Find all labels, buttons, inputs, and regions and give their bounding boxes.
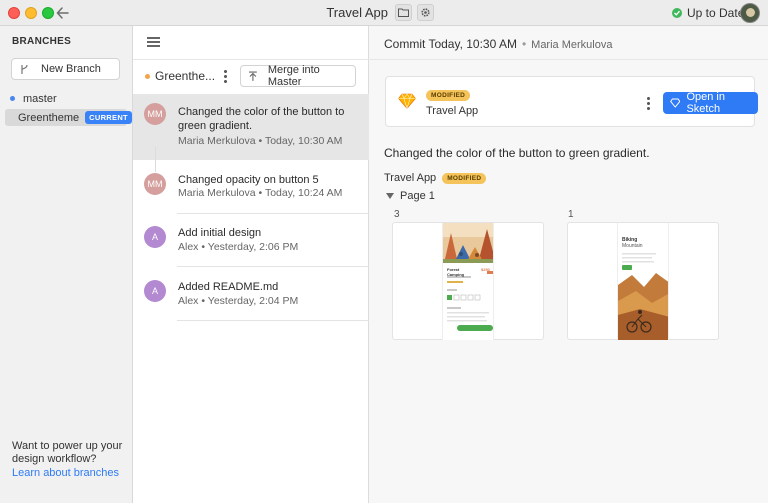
gear-icon (421, 8, 430, 17)
page-toggle[interactable]: Page 1 (386, 190, 435, 202)
commit-heading-title: Commit Today, 10:30 AM (384, 37, 517, 51)
commit-list-toolbar (133, 26, 369, 60)
artboard-subtitle: Mountain (622, 243, 643, 249)
branch-name: Greentheme (18, 111, 80, 124)
settings-button[interactable] (417, 4, 434, 21)
open-in-sketch-button[interactable]: Open in Sketch (663, 91, 758, 115)
commit-row[interactable]: A Added README.md Alex • Yesterday, 2:04… (133, 268, 369, 320)
heading-separator: • (521, 37, 527, 51)
zoom-window-button[interactable] (42, 7, 54, 19)
commit-detail-panel: Commit Today, 10:30 AM • Maria Merkulova M… (369, 26, 768, 503)
open-in-sketch-label: Open in Sketch (686, 91, 725, 115)
merge-label: Merge into Master (267, 64, 320, 88)
file-name: Travel App (426, 105, 479, 117)
merge-into-master-button[interactable]: Merge into Master (240, 64, 356, 88)
document-name: Travel App (384, 172, 437, 184)
commit-heading-author: Maria Merkulova (531, 39, 613, 51)
minimize-window-button[interactable] (25, 7, 37, 19)
commit-title: Changed the color of the button to green… (178, 106, 345, 132)
camping-illustration (443, 223, 493, 331)
learn-branches-link[interactable]: Learn about branches (12, 467, 119, 479)
artboard-preview: Biking Mountain (617, 223, 669, 340)
artboard-preview: Forest Camping $250 (442, 223, 494, 340)
commit-author: Maria Merkulova (178, 187, 256, 199)
commit-message: Changed the color of the button to green… (384, 146, 650, 160)
user-avatar[interactable] (740, 3, 760, 23)
current-branch-name[interactable]: Greenthe... (155, 69, 215, 83)
sketch-diamond-icon (398, 93, 416, 109)
commit-time: Yesterday, 2:06 PM (207, 241, 299, 253)
author-avatar: A (144, 226, 166, 248)
commit-meta: Maria Merkulova • Today, 10:30 AM (178, 135, 342, 147)
current-badge: CURRENT (85, 111, 132, 124)
changed-file-card: MODIFIED Travel App Open in Sketch (385, 76, 758, 127)
meta-separator: • (201, 295, 206, 307)
branch-dot (10, 96, 15, 101)
artboard-change-count: 3 (394, 209, 400, 220)
commit-title: Added README.md (178, 281, 279, 293)
commit-time: Yesterday, 2:04 PM (207, 295, 299, 307)
status-text: Up to Date (687, 6, 745, 20)
close-window-button[interactable] (8, 7, 20, 19)
branches-sidebar: BRANCHES New Branch master Greentheme CU… (0, 26, 133, 503)
new-branch-button[interactable]: New Branch (11, 58, 120, 80)
commit-row[interactable]: MM Changed the color of the button to gr… (133, 94, 369, 160)
branch-item-master[interactable]: master (5, 90, 127, 107)
commit-heading: Commit Today, 10:30 AM • Maria Merkulova (384, 37, 612, 51)
title-bar: Travel App Up to Date (0, 0, 768, 26)
sync-status: Up to Date (672, 6, 744, 20)
branch-icon (21, 64, 28, 74)
back-arrow-icon[interactable] (56, 5, 70, 21)
disclosure-triangle-icon (386, 193, 394, 199)
merge-icon (248, 71, 257, 81)
author-avatar: A (144, 280, 166, 302)
meta-separator: • (201, 241, 206, 253)
branches-heading: BRANCHES (12, 36, 72, 47)
document-row: Travel App MODIFIED (384, 172, 487, 184)
divider (177, 320, 369, 321)
artboard-price: $250 (481, 267, 490, 272)
commit-time: Today, 10:24 AM (264, 187, 343, 199)
artboard-change-count: 1 (568, 209, 574, 220)
branch-more-icon[interactable] (224, 70, 227, 83)
modified-badge: MODIFIED (426, 90, 471, 101)
menu-icon[interactable] (147, 37, 160, 47)
author-avatar: MM (144, 173, 166, 195)
divider (177, 266, 369, 267)
meta-separator: • (258, 135, 263, 147)
commit-list-panel: Greenthe... Merge into Master MM Changed… (133, 26, 369, 503)
commit-author: Alex (178, 295, 199, 307)
branch-bar: Greenthe... Merge into Master (133, 60, 369, 92)
commit-meta: Alex • Yesterday, 2:04 PM (178, 295, 298, 307)
promo-text: Want to power up your design workflow? (12, 440, 123, 465)
window-title: Travel App (326, 5, 388, 20)
commit-row[interactable]: A Add initial design Alex • Yesterday, 2… (133, 216, 369, 266)
check-icon (672, 8, 682, 18)
folder-button[interactable] (395, 4, 412, 21)
new-branch-label: New Branch (41, 63, 101, 75)
artboard-title: Forest Camping (447, 267, 465, 277)
commit-title: Changed opacity on button 5 (178, 174, 319, 186)
modified-badge: MODIFIED (442, 172, 487, 184)
commit-meta: Alex • Yesterday, 2:06 PM (178, 241, 298, 253)
artboard-thumbnail[interactable]: Biking Mountain (567, 222, 719, 340)
commit-author: Alex (178, 241, 199, 253)
commit-author: Maria Merkulova (178, 135, 256, 147)
folder-icon (398, 8, 409, 17)
artboard-thumbnail[interactable]: Forest Camping $250 (392, 222, 544, 340)
branch-dot (145, 74, 150, 79)
author-avatar: MM (144, 103, 166, 125)
commit-row[interactable]: MM Changed opacity on button 5 Maria Mer… (133, 162, 369, 214)
commit-time: Today, 10:30 AM (264, 135, 343, 147)
commit-meta: Maria Merkulova • Today, 10:24 AM (178, 187, 342, 199)
diamond-outline-icon (670, 98, 681, 108)
commit-detail-header: Commit Today, 10:30 AM • Maria Merkulova (369, 26, 768, 60)
page-name: Page 1 (400, 190, 435, 202)
commit-title: Add initial design (178, 227, 262, 239)
file-more-icon[interactable] (647, 97, 650, 110)
branch-name: master (23, 92, 57, 105)
meta-separator: • (258, 187, 263, 199)
branch-item-greentheme[interactable]: Greentheme CURRENT (5, 109, 132, 126)
